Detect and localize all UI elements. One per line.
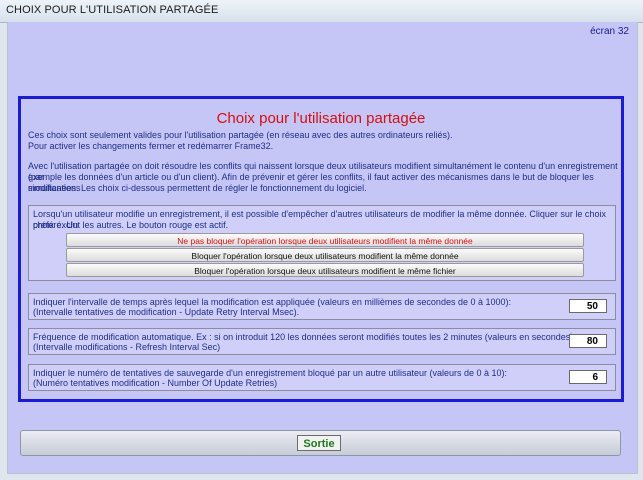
option-lock-data-button[interactable]: Bloquer l'opération lorsque deux utilisa… bbox=[66, 248, 584, 262]
retry-interval-input[interactable]: 50 bbox=[569, 299, 607, 313]
screen-label: écran 32 bbox=[590, 26, 629, 37]
update-retries-input[interactable]: 6 bbox=[569, 370, 607, 384]
refresh-interval-label-2: (Intervalle modifications - Refresh Inte… bbox=[33, 342, 221, 352]
panel-title: Choix pour l'utilisation partagée bbox=[216, 110, 426, 127]
exit-button-label: Sortie bbox=[303, 438, 335, 450]
locking-description-2: choix exclut les autres. Le bouton rouge… bbox=[33, 220, 229, 230]
window-client-area: écran 32 Choix pour l'utilisation partag… bbox=[7, 22, 638, 474]
retry-interval-group: Indiquer l'intervalle de temps après leq… bbox=[28, 293, 616, 320]
exit-button[interactable]: Sortie bbox=[297, 435, 341, 451]
shared-use-panel: Choix pour l'utilisation partagée Ces ch… bbox=[18, 96, 624, 402]
update-retries-group: Indiquer le numéro de tentatives de sauv… bbox=[28, 364, 616, 391]
retry-interval-label-2: (Intervalle tentatives de modification -… bbox=[33, 307, 300, 317]
intro-line-2: Pour activer les changements fermer et r… bbox=[28, 141, 274, 151]
title-bar: CHOIX POUR L'UTILISATION PARTAGÉE bbox=[0, 0, 643, 23]
update-retries-label-2: (Numéro tentatives modification - Number… bbox=[33, 378, 278, 388]
refresh-interval-input[interactable]: 80 bbox=[569, 334, 607, 348]
refresh-interval-group: Fréquence de modification automatique. E… bbox=[28, 328, 616, 355]
intro-line-1: Ces choix sont seulement valides pour l'… bbox=[28, 130, 453, 140]
locking-options-group: Lorsqu'un utilisateur modifie un enregis… bbox=[28, 205, 616, 281]
footer-bar: Sortie bbox=[20, 430, 621, 456]
option-no-lock-button[interactable]: Ne pas bloquer l'opération lorsque deux … bbox=[66, 233, 584, 247]
intro-line-5: simultanées. Les choix ci-dessous permet… bbox=[28, 183, 367, 193]
window-title: CHOIX POUR L'UTILISATION PARTAGÉE bbox=[6, 4, 219, 16]
option-lock-file-button[interactable]: Bloquer l'opération lorsque deux utilisa… bbox=[66, 263, 584, 277]
